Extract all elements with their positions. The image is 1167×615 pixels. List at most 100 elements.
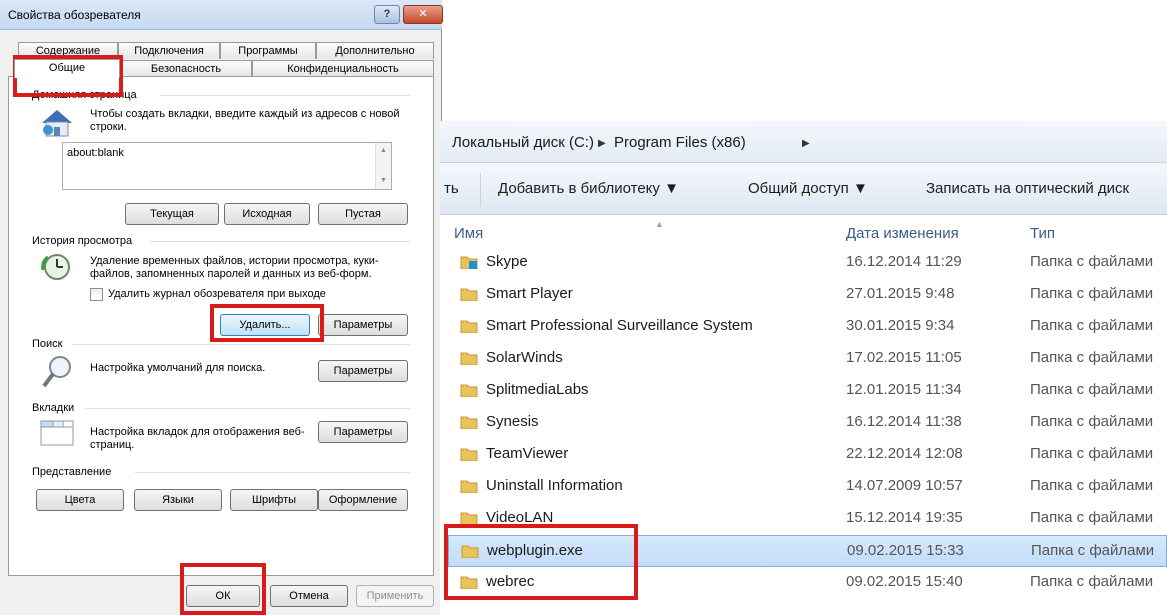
column-header-date[interactable]: Дата изменения xyxy=(846,225,959,242)
fonts-button[interactable]: Шрифты xyxy=(230,489,318,511)
file-type: Папка с файлами xyxy=(1030,413,1154,430)
file-list-row[interactable]: Smart Player 27.01.2015 9:48 Папка с файла… xyxy=(448,279,1167,311)
search-settings-button[interactable]: Параметры xyxy=(318,360,408,382)
tab-programs[interactable]: Программы xyxy=(220,42,316,59)
accessibility-button[interactable]: Оформление xyxy=(318,489,408,511)
toolbar-partial-item[interactable]: ть xyxy=(444,180,459,197)
ok-button[interactable]: ОК xyxy=(186,585,260,607)
breadcrumb-drive[interactable]: Локальный диск (C:) xyxy=(452,134,594,151)
group-divider xyxy=(135,472,410,473)
file-date: 16.12.2014 11:29 xyxy=(846,253,962,270)
file-name: SplitmediaLabs xyxy=(486,381,589,398)
folder-icon xyxy=(460,512,478,525)
group-divider xyxy=(85,408,410,409)
folder-icon xyxy=(460,288,478,301)
file-type: Папка с файлами xyxy=(1030,381,1154,398)
delete-history-on-exit-checkbox[interactable] xyxy=(90,288,103,301)
file-date: 09.02.2015 15:33 xyxy=(847,542,964,559)
folder-icon xyxy=(460,576,478,589)
folder-icon xyxy=(460,448,478,461)
use-blank-button[interactable]: Пустая xyxy=(318,203,408,225)
file-type: Папка с файлами xyxy=(1030,285,1154,302)
tab-advanced[interactable]: Дополнительно xyxy=(316,42,434,59)
folder-icon xyxy=(461,545,479,558)
home-page-input[interactable]: about:blank ▲ ▼ xyxy=(62,142,392,190)
breadcrumb-separator-icon[interactable]: ▶ xyxy=(598,138,606,149)
history-description: Удаление временных файлов, истории просм… xyxy=(90,255,379,280)
column-header-type[interactable]: Тип xyxy=(1030,225,1055,242)
file-list-row[interactable]: SolarWinds 17.02.2015 11:05 Папка с файлам… xyxy=(448,343,1167,375)
tab-privacy[interactable]: Конфиденциальность xyxy=(252,60,434,77)
scroll-up-icon[interactable]: ▲ xyxy=(380,147,387,154)
sort-ascending-icon: ▲ xyxy=(655,219,664,229)
file-date: 15.12.2014 19:35 xyxy=(846,509,963,526)
add-to-library-button[interactable]: Добавить в библиотеку ▼ xyxy=(498,180,679,197)
scroll-down-icon[interactable]: ▼ xyxy=(380,177,387,184)
file-name: TeamViewer xyxy=(486,445,569,462)
toolbar-separator xyxy=(480,173,481,207)
file-date: 22.12.2014 12:08 xyxy=(846,445,963,462)
history-settings-button[interactable]: Параметры xyxy=(318,314,408,336)
file-date: 14.07.2009 10:57 xyxy=(846,477,963,494)
file-list-row[interactable]: TeamViewer 22.12.2014 12:08 Папка с файлам… xyxy=(448,439,1167,471)
file-name: Skype xyxy=(486,253,528,270)
file-date: 27.01.2015 9:48 xyxy=(846,285,955,302)
file-date: 12.01.2015 11:34 xyxy=(846,381,962,398)
breadcrumb-separator-icon[interactable]: ▶ xyxy=(802,138,810,149)
burn-to-disc-button[interactable]: Записать на оптический диск xyxy=(926,180,1129,197)
close-button[interactable]: ✕ xyxy=(403,5,443,24)
tabs-window-icon xyxy=(40,420,74,446)
skype-folder-icon xyxy=(460,256,478,269)
file-date: 17.02.2015 11:05 xyxy=(846,349,962,366)
file-name: VideoLAN xyxy=(486,509,554,526)
tab-general[interactable]: Общие xyxy=(14,59,120,78)
folder-icon xyxy=(460,320,478,333)
file-type: Папка с файлами xyxy=(1030,477,1154,494)
file-name: webrec xyxy=(486,573,535,590)
delete-history-button[interactable]: Удалить... xyxy=(220,314,310,336)
file-list-row[interactable]: Uninstall Information 14.07.2009 10:57 Пап… xyxy=(448,471,1167,503)
file-name: Synesis xyxy=(486,413,539,430)
use-default-button[interactable]: Исходная xyxy=(224,203,310,225)
folder-icon xyxy=(460,480,478,493)
group-divider xyxy=(150,241,410,242)
file-type: Папка с файлами xyxy=(1030,253,1154,270)
file-date: 30.01.2015 9:34 xyxy=(846,317,955,334)
home-icon xyxy=(42,110,72,137)
file-explorer-window: Локальный диск (C:) ▶ Program Files (x86… xyxy=(440,121,1167,615)
file-list-row[interactable]: Skype 16.12.2014 11:29 Папка с файлами xyxy=(448,247,1167,279)
tab-security[interactable]: Безопасность xyxy=(120,60,252,77)
cancel-button[interactable]: Отмена xyxy=(270,585,348,607)
tab-connections[interactable]: Подключения xyxy=(118,42,220,59)
delete-history-on-exit-label: Удалить журнал обозревателя при выходе xyxy=(108,288,326,300)
folder-icon xyxy=(460,352,478,365)
file-list-row[interactable]: webrec 09.02.2015 15:40 Папка с файлами xyxy=(448,567,1167,599)
file-list-row[interactable]: SplitmediaLabs 12.01.2015 11:34 Папка с фа… xyxy=(448,375,1167,407)
file-list-row[interactable]: Smart Professional Surveillance System 30… xyxy=(448,311,1167,343)
file-list-row[interactable]: webplugin.exe 09.02.2015 15:33 Папка с фай… xyxy=(448,535,1167,567)
file-name: Smart Player xyxy=(486,285,573,302)
file-list-row[interactable]: Synesis 16.12.2014 11:38 Папка с файлами xyxy=(448,407,1167,439)
file-name: Uninstall Information xyxy=(486,477,623,494)
address-bar[interactable]: Локальный диск (C:) ▶ Program Files (x86… xyxy=(440,121,1167,163)
file-type: Папка с файлами xyxy=(1030,509,1154,526)
internet-options-dialog: Свойства обозревателя ? ✕ Содержание Под… xyxy=(0,0,443,615)
languages-button[interactable]: Языки xyxy=(134,489,222,511)
magnifier-icon xyxy=(42,356,71,388)
file-type: Папка с файлами xyxy=(1030,349,1154,366)
tabs-group-label: Вкладки xyxy=(32,402,79,414)
use-current-button[interactable]: Текущая xyxy=(125,203,219,225)
share-with-button[interactable]: Общий доступ ▼ xyxy=(748,180,868,197)
file-name: Smart Professional Surveillance System xyxy=(486,317,753,334)
column-header-name[interactable]: Имя xyxy=(454,225,483,242)
file-list-row[interactable]: VideoLAN 15.12.2014 19:35 Папка с файлами xyxy=(448,503,1167,535)
group-divider xyxy=(160,95,410,96)
breadcrumb-program-files[interactable]: Program Files (x86) xyxy=(614,134,746,151)
colors-button[interactable]: Цвета xyxy=(36,489,124,511)
tab-content[interactable]: Содержание xyxy=(18,42,118,59)
textarea-scrollbar[interactable]: ▲ ▼ xyxy=(375,143,391,189)
tabs-settings-button[interactable]: Параметры xyxy=(318,421,408,443)
home-page-description: Чтобы создать вкладки, введите каждый из… xyxy=(90,108,400,133)
file-date: 16.12.2014 11:38 xyxy=(846,413,962,430)
help-button[interactable]: ? xyxy=(374,5,400,24)
